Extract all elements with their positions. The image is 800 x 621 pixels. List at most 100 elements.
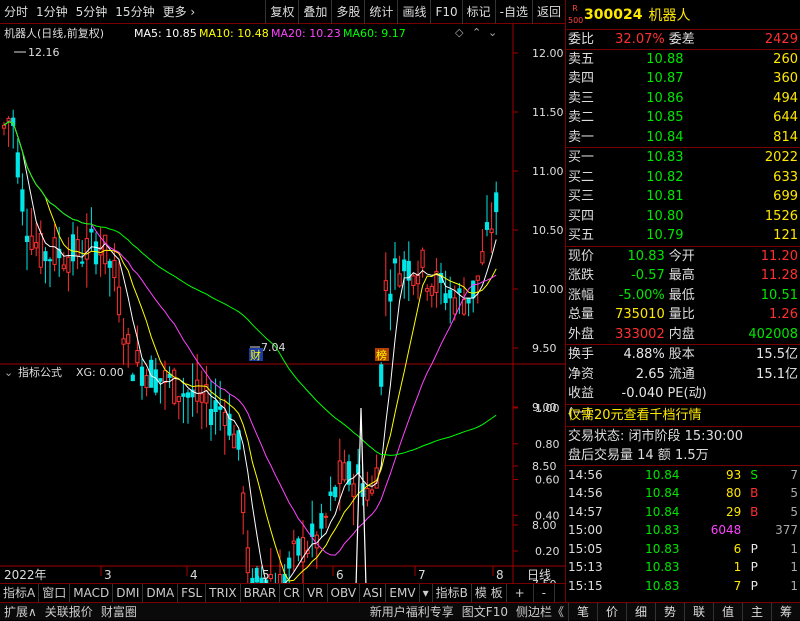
ma-legend-2: MA20: 10.23 <box>271 27 341 40</box>
stat-label: 总量 <box>568 307 595 322</box>
tick-price: 10.83 <box>645 541 680 556</box>
tick-list[interactable]: 14:56 10.84 93 S 7 14:56 10.84 80 B 5 14:57 10.84 29… <box>566 466 800 596</box>
toolbar-more[interactable]: 更多 › <box>159 0 200 24</box>
toolbar-stats[interactable]: 统计 <box>364 0 397 24</box>
quote-tab[interactable]: 联 <box>684 602 713 621</box>
candle-body <box>268 574 273 580</box>
tab-trix[interactable]: TRIX <box>206 583 241 603</box>
new-user-link[interactable]: 新用户福利专享 <box>366 603 458 621</box>
stat-value: 1.26 <box>769 307 798 322</box>
quote-tab[interactable]: 笔 <box>568 602 597 621</box>
tab-obv[interactable]: OBV <box>328 583 361 603</box>
stat-label: 内盘 <box>668 326 695 342</box>
expand-button[interactable]: 扩展∧ <box>0 603 41 621</box>
toolbar-f10[interactable]: F10 <box>430 0 461 24</box>
period-label[interactable]: 日线 <box>527 568 551 582</box>
tick-row[interactable]: 15:05 10.83 6 P 1 <box>566 540 800 559</box>
tick-row[interactable]: 14:57 10.84 29 B 5 <box>566 503 800 522</box>
tick-row[interactable]: 15:00 10.83 6048 377 <box>566 521 800 540</box>
quote-tab[interactable]: 价 <box>597 602 626 621</box>
asks-price: 10.88 <box>646 51 684 67</box>
tick-count: 377 <box>775 523 798 537</box>
toolbar-mark[interactable]: 标记 <box>461 0 495 24</box>
tick-count: 5 <box>790 504 798 519</box>
tab-macd[interactable]: MACD <box>70 583 114 603</box>
candle-body <box>425 288 430 292</box>
stat-row: 涨跌 -0.57 最高 11.28 <box>566 266 800 286</box>
candle-body <box>116 286 122 316</box>
tab-cr[interactable]: CR <box>280 583 304 603</box>
candle-body <box>342 462 347 481</box>
toolbar-overlay[interactable]: 叠加 <box>298 0 331 24</box>
dragon-tiger-marker[interactable]: 榜 <box>376 348 387 362</box>
kline-chart[interactable]: 12.0011.5011.0010.5010.009.509.008.508.0… <box>0 24 565 618</box>
candle-body <box>429 285 434 296</box>
f10-link[interactable]: 图文F10 <box>458 603 512 621</box>
quote-tab[interactable]: 主 <box>742 602 771 621</box>
finance-marker[interactable]: 财 <box>250 348 261 362</box>
candle-body <box>457 288 462 293</box>
diamond-icon[interactable]: ◇ <box>455 26 464 39</box>
tab-brar[interactable]: BRAR <box>241 583 281 603</box>
candle-body <box>296 538 301 556</box>
candle-body <box>222 411 227 427</box>
toolbar-back[interactable]: 返回 <box>531 0 565 24</box>
collapse-icon[interactable]: ⌄ <box>4 366 13 379</box>
sidebar-toggle[interactable]: 侧边栏《 <box>512 603 568 621</box>
finance-value: 15.1亿 <box>756 366 798 382</box>
candle-body <box>310 523 315 537</box>
candle-body <box>328 491 333 496</box>
tab-remove[interactable]: - <box>534 583 556 603</box>
stat-label: 今开 <box>668 248 695 264</box>
tab-template[interactable]: 模 板 <box>472 583 507 603</box>
chevron-up-icon[interactable]: ⌃ <box>472 26 481 39</box>
toolbar-adjust[interactable]: 复权 <box>265 0 298 24</box>
tab-dropdown-icon[interactable]: ▾ <box>420 583 433 603</box>
toolbar-watchlist[interactable]: -自选 <box>494 0 532 24</box>
stock-code: 300024 <box>584 6 643 23</box>
tab-fsl[interactable]: FSL <box>178 583 207 603</box>
toolbar-15min[interactable]: 15分钟 <box>111 0 158 24</box>
tick-row[interactable]: 14:56 10.84 93 S 7 <box>566 466 800 485</box>
month-label: 4 <box>190 568 198 582</box>
candle-body <box>139 366 145 386</box>
tab-vr[interactable]: VR <box>304 583 328 603</box>
quote-tab[interactable]: 细 <box>626 602 655 621</box>
toolbar-intraday[interactable]: 分时 <box>0 0 32 24</box>
tab-indicator-b[interactable]: 指标B <box>433 583 472 603</box>
tab-emv[interactable]: EMV <box>386 583 420 603</box>
candle-body <box>20 189 25 212</box>
tab-add[interactable]: + <box>507 583 534 603</box>
quote-tab[interactable]: 势 <box>655 602 684 621</box>
asks-volume: 494 <box>773 90 798 106</box>
tab-window[interactable]: 窗口 <box>39 583 71 603</box>
month-label: 3 <box>104 568 112 582</box>
bids-label: 买五 <box>568 228 595 243</box>
toolbar-multi[interactable]: 多股 <box>331 0 364 24</box>
toolbar-5min[interactable]: 5分钟 <box>72 0 112 24</box>
chart-area[interactable]: 12.00 11.50 11.00 10.50 10.00 9.50 9.00 8.50 8.0… <box>0 24 565 618</box>
bids-price: 10.82 <box>646 169 684 185</box>
tab-asi[interactable]: ASI <box>360 583 387 603</box>
quote-tab[interactable]: 筹 <box>771 602 800 621</box>
tick-row[interactable]: 15:13 10.83 1 P 1 <box>566 558 800 577</box>
related-quotes-button[interactable]: 关联报价 <box>41 603 97 621</box>
chevron-down-icon[interactable]: ⌄ <box>488 26 497 39</box>
tick-row[interactable]: 15:15 10.83 7 P 1 <box>566 577 800 596</box>
stat-row: 涨幅 -5.00% 最低 10.51 <box>566 286 800 306</box>
tab-indicator-a[interactable]: 指标A <box>0 583 40 603</box>
promo-link[interactable]: 仅需20元查看千档行情 <box>566 405 800 427</box>
indicator-tick: 1.00 <box>535 402 560 415</box>
quote-tab[interactable]: 值 <box>713 602 742 621</box>
tab-dma[interactable]: DMA <box>143 583 179 603</box>
ma-legend-3: MA60: 9.17 <box>343 27 406 40</box>
bids-price: 10.80 <box>646 208 684 224</box>
stat-value: 11.28 <box>760 268 798 283</box>
indicator-tick: 0.80 <box>535 438 560 451</box>
toolbar-1min[interactable]: 1分钟 <box>32 0 72 24</box>
tab-dmi[interactable]: DMI <box>113 583 144 603</box>
toolbar-draw[interactable]: 画线 <box>397 0 430 24</box>
tick-row[interactable]: 14:56 10.84 80 B 5 <box>566 484 800 503</box>
wealth-circle-button[interactable]: 财富圈 <box>97 603 141 621</box>
low-price-label: 7.04 <box>261 341 286 354</box>
